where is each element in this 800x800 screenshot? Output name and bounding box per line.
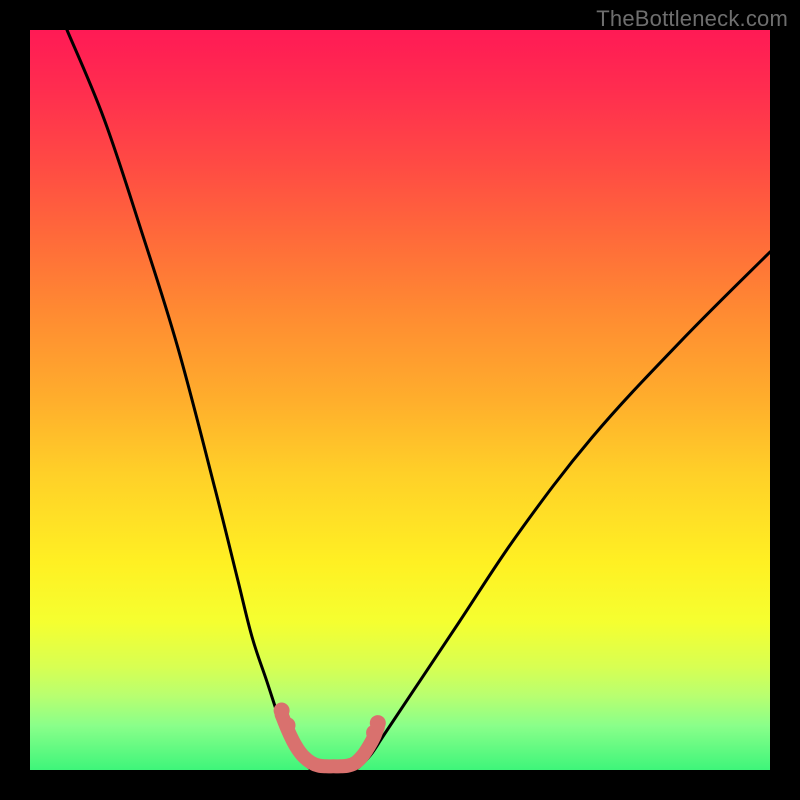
left-curve: [67, 30, 311, 770]
valley-marker-dot: [274, 703, 290, 719]
valley-marker-dot: [280, 717, 296, 733]
chart-svg: [30, 30, 770, 770]
valley-marker-stroke: [282, 715, 378, 767]
chart-frame: TheBottleneck.com: [0, 0, 800, 800]
right-curve: [356, 252, 770, 770]
valley-marker-dot: [370, 715, 386, 731]
watermark-text: TheBottleneck.com: [596, 6, 788, 32]
plot-area: [30, 30, 770, 770]
